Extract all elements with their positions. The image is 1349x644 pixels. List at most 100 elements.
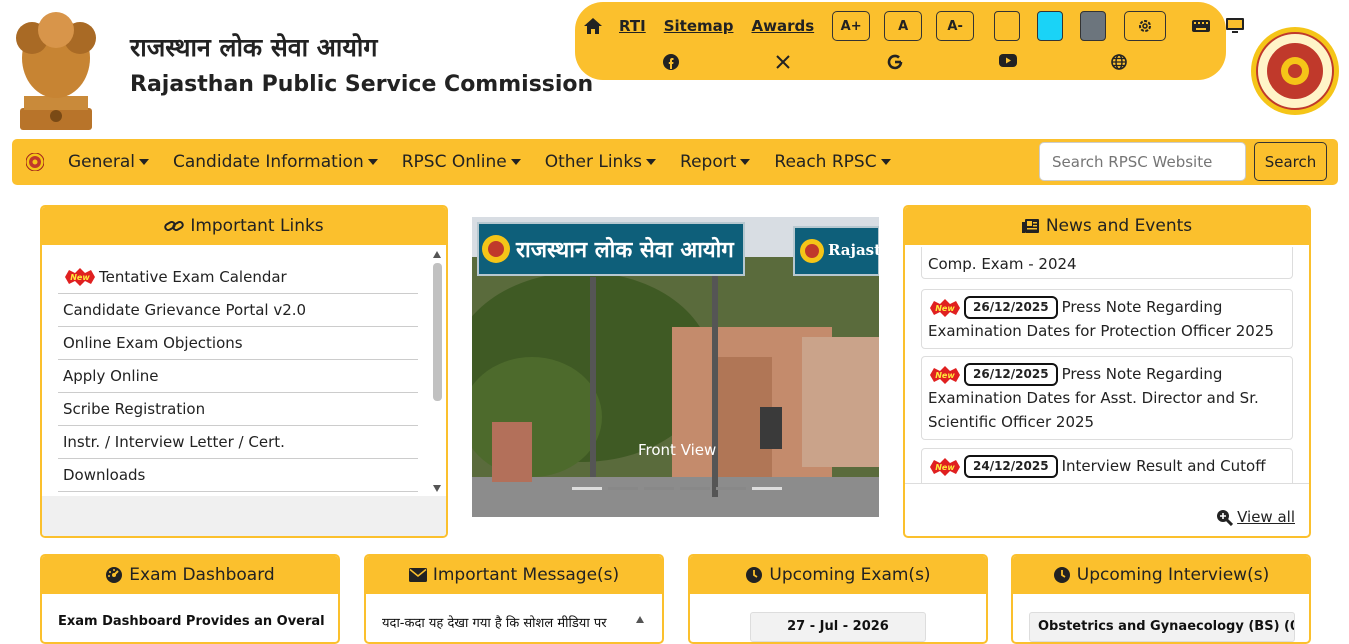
font-normal-button[interactable]: A	[884, 11, 923, 41]
news-item[interactable]: New 26/12/2025 Press Note Regarding Examin…	[921, 289, 1293, 349]
exam-dashboard-title: Exam Dashboard	[129, 565, 275, 585]
nav-general-label: General	[68, 152, 135, 172]
list-item[interactable]: Apply Online	[58, 360, 418, 393]
upcoming-exams-header: Upcoming Exam(s)	[690, 556, 986, 594]
list-item[interactable]: Candidate Grievance Portal v2.0	[58, 294, 418, 327]
slider-caption: Front View	[638, 441, 717, 459]
list-item[interactable]: Instr. / Interview Letter / Cert.	[58, 426, 418, 459]
divider	[905, 483, 1309, 484]
sitemap-link[interactable]: Sitemap	[664, 17, 734, 35]
nav-candidate-information-label: Candidate Information	[173, 152, 364, 172]
new-badge-icon: New	[930, 457, 960, 476]
chevron-down-icon	[740, 159, 751, 165]
clock-icon	[746, 567, 763, 583]
theme-yellow-swatch[interactable]	[994, 11, 1021, 41]
national-emblem-logo	[10, 8, 102, 132]
nav-rpsc-online[interactable]: RPSC Online	[402, 152, 521, 172]
upcoming-exams-title: Upcoming Exam(s)	[769, 565, 931, 585]
envelope-icon	[408, 568, 427, 582]
home-icon[interactable]	[583, 17, 603, 35]
upcoming-interview-item[interactable]: Obstetrics and Gynaecology (BS) (05-01-	[1029, 612, 1295, 642]
upcoming-interviews-header: Upcoming Interview(s)	[1013, 556, 1309, 594]
title-hindi: राजस्थान लोक सेवा आयोग	[130, 33, 378, 62]
nav-candidate-information[interactable]: Candidate Information	[173, 152, 378, 172]
dashboard-icon	[106, 567, 123, 583]
link-icon	[164, 221, 185, 231]
nav-reach-rpsc[interactable]: Reach RPSC	[774, 152, 891, 172]
exam-dashboard-text: Exam Dashboard Provides an Overall	[58, 614, 324, 629]
awards-link[interactable]: Awards	[751, 17, 814, 35]
chevron-down-icon	[646, 159, 657, 165]
important-links-header: Important Links	[42, 207, 446, 245]
google-icon[interactable]	[887, 54, 999, 70]
scroll-down-arrow[interactable]	[433, 485, 441, 492]
clock-icon	[1053, 567, 1070, 583]
theme-gray-swatch[interactable]	[1080, 11, 1107, 41]
brand-title: राजस्थान लोक सेवा आयोग Rajasthan Public …	[130, 30, 593, 97]
list-item[interactable]: Online Exam Objections	[58, 327, 418, 360]
news-list: Comp. Exam - 2024 New 26/12/2025 Press Not…	[905, 247, 1309, 483]
image-slider[interactable]: राजस्थान लोक सेवा आयोग Rajastha Front Vi…	[472, 217, 879, 517]
svg-text:New: New	[70, 273, 90, 282]
list-item-label: Tentative Exam Calendar	[99, 268, 287, 286]
list-item-label: Online Exam Objections	[63, 334, 243, 352]
upcoming-interviews-title: Upcoming Interview(s)	[1076, 565, 1270, 585]
nav-other-links[interactable]: Other Links	[545, 152, 657, 172]
font-increase-button[interactable]: A+	[832, 11, 871, 41]
list-item[interactable]: New Tentative Exam Calendar	[58, 261, 418, 294]
card-footer	[42, 496, 446, 536]
list-item-label: Scribe Registration	[63, 400, 206, 418]
main-navbar: General Candidate Information RPSC Onlin…	[12, 139, 1338, 185]
list-item-label: Downloads	[63, 466, 146, 484]
slider-sign-text-2: Rajastha	[828, 241, 879, 259]
keyboard-icon[interactable]	[1192, 20, 1211, 32]
svg-text:New: New	[935, 304, 955, 313]
news-item[interactable]: New 24/12/2025 Interview Result and Cutoff	[921, 448, 1293, 483]
news-date-badge: 24/12/2025	[964, 455, 1058, 478]
nav-report[interactable]: Report	[680, 152, 751, 172]
settings-button[interactable]	[1124, 11, 1167, 41]
nav-report-label: Report	[680, 152, 737, 172]
nav-general[interactable]: General	[68, 152, 149, 172]
list-item[interactable]: Scribe Registration	[58, 393, 418, 426]
title-english: Rajasthan Public Service Commission	[130, 72, 594, 97]
search-plus-icon	[1217, 509, 1234, 526]
important-message-title: Important Message(s)	[432, 565, 620, 585]
new-badge-icon: New	[930, 365, 960, 384]
upcoming-exam-date[interactable]: 27 - Jul - 2026	[750, 612, 926, 642]
scroll-up-arrow[interactable]	[433, 251, 441, 258]
news-date-badge: 26/12/2025	[964, 363, 1058, 386]
nav-rpsc-online-label: RPSC Online	[401, 152, 507, 172]
search-input[interactable]	[1039, 142, 1246, 181]
scroll-up-arrow[interactable]	[636, 616, 644, 623]
youtube-icon[interactable]	[999, 54, 1111, 70]
view-all-link[interactable]: View all	[1216, 508, 1295, 526]
chevron-down-icon	[367, 159, 378, 165]
important-message-text: यदा-कदा यह देखा गया है कि सोशल मीडिया पर	[382, 616, 607, 631]
new-badge-icon: New	[65, 268, 95, 286]
nav-reach-rpsc-label: Reach RPSC	[774, 152, 877, 172]
globe-icon[interactable]	[1111, 54, 1223, 70]
x-twitter-icon[interactable]	[775, 54, 887, 70]
news-item[interactable]: Comp. Exam - 2024	[921, 247, 1293, 279]
list-item-label: Instr. / Interview Letter / Cert.	[63, 433, 285, 451]
chevron-down-icon	[880, 159, 891, 165]
rpsc-mini-logo-icon[interactable]	[25, 152, 45, 176]
list-item[interactable]: Downloads	[58, 459, 418, 492]
news-events-title: News and Events	[1045, 216, 1193, 236]
theme-cyan-swatch[interactable]	[1037, 11, 1064, 41]
links-scrollbar[interactable]	[433, 263, 442, 401]
rti-link[interactable]: RTI	[619, 17, 646, 35]
important-message-header: Important Message(s)	[366, 556, 662, 594]
list-item-label: Candidate Grievance Portal v2.0	[63, 301, 307, 319]
gear-icon	[1139, 20, 1152, 32]
font-decrease-button[interactable]: A-	[936, 11, 975, 41]
facebook-icon[interactable]	[663, 54, 775, 70]
important-links-title: Important Links	[190, 216, 324, 236]
desktop-icon[interactable]	[1226, 18, 1245, 34]
news-events-card: News and Events Comp. Exam - 2024 New 26/…	[903, 205, 1311, 538]
search-button[interactable]: Search	[1254, 142, 1327, 181]
news-item[interactable]: New 26/12/2025 Press Note Regarding Examin…	[921, 356, 1293, 440]
news-date-badge: 26/12/2025	[964, 296, 1058, 319]
svg-text:New: New	[935, 371, 955, 380]
